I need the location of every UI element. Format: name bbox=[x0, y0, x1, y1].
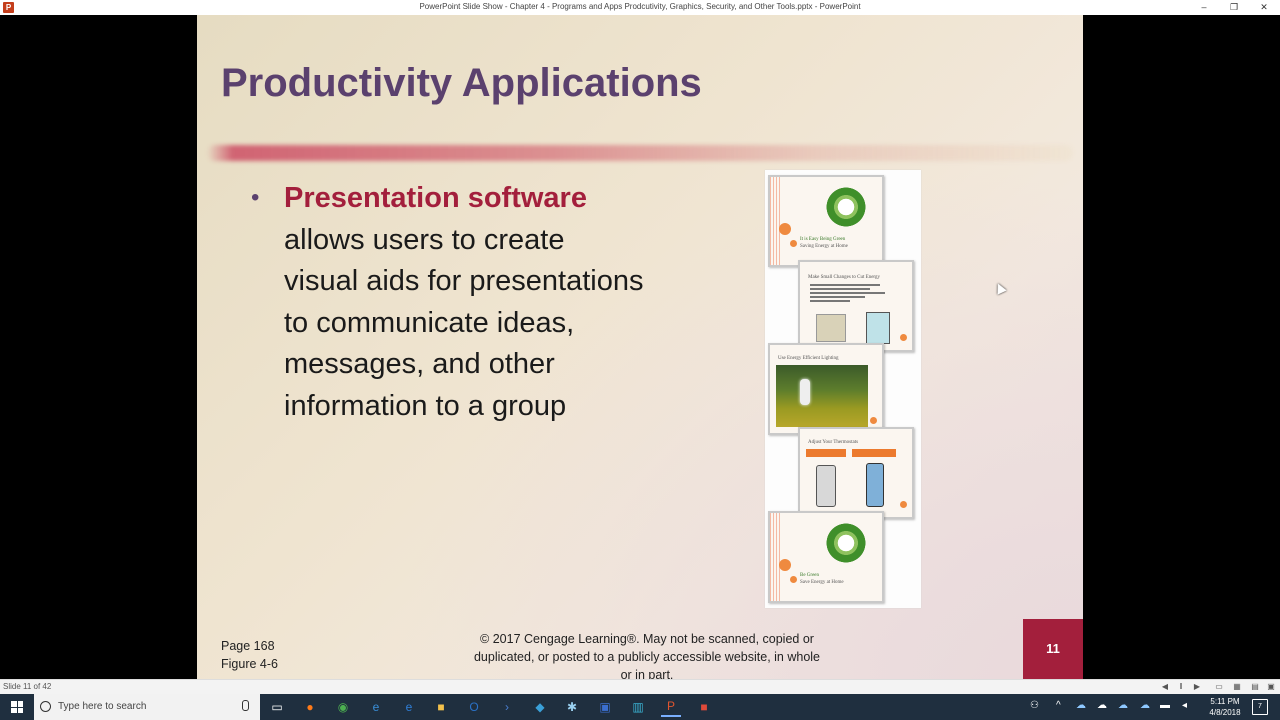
battery-icon[interactable]: ▬ bbox=[1160, 700, 1170, 711]
green-flower-image bbox=[820, 181, 872, 233]
thumbnail-slide-5: Be Green Save Energy at Home bbox=[768, 511, 884, 603]
thumbnail-slide-3: Use Energy Efficient Lighting bbox=[768, 343, 884, 435]
restore-button[interactable]: ❐ bbox=[1220, 1, 1248, 13]
mouse-cursor-icon bbox=[993, 281, 1007, 295]
search-placeholder: Type here to search bbox=[58, 701, 147, 712]
windows-logo-icon bbox=[11, 701, 23, 713]
window-title-bar: P PowerPoint Slide Show - Chapter 4 - Pr… bbox=[0, 0, 1280, 16]
next-slide-icon[interactable]: ▶ bbox=[1192, 682, 1202, 691]
decor-stripe bbox=[770, 177, 782, 265]
thumbnail-slide-1: It is Easy Being Green Saving Energy at … bbox=[768, 175, 884, 267]
footer-page: Page 168 bbox=[221, 639, 275, 653]
recorder-app-icon[interactable]: ■ bbox=[694, 697, 714, 717]
slide-title: Productivity Applications bbox=[221, 61, 702, 105]
onedrive-icon[interactable]: ☁ bbox=[1097, 700, 1107, 711]
thumb-title: Make Small Changes to Cut Energy bbox=[808, 275, 880, 280]
orange-orb bbox=[779, 559, 791, 571]
reading-view-icon[interactable]: ▤ bbox=[1250, 682, 1260, 691]
app-icon[interactable]: ◆ bbox=[530, 697, 550, 717]
clock-time: 5:11 PM bbox=[1210, 697, 1240, 706]
thumbnail-slide-4: Adjust Your Thermostats bbox=[798, 427, 914, 519]
onedrive-icon[interactable]: ☁ bbox=[1076, 700, 1086, 711]
footer-copyright: © 2017 Cengage Learning®. May not be sca… bbox=[473, 632, 821, 679]
file-explorer-icon[interactable]: ■ bbox=[431, 697, 451, 717]
powershell-icon[interactable]: › bbox=[497, 697, 517, 717]
show-hidden-icons-icon[interactable]: ^ bbox=[1056, 700, 1061, 711]
internet-explorer-icon[interactable]: e bbox=[366, 697, 386, 717]
onedrive-icon[interactable]: ☁ bbox=[1118, 700, 1128, 711]
footer-reference: Page 168 Figure 4-6 bbox=[221, 637, 278, 673]
thumb-title: Adjust Your Thermostats bbox=[808, 440, 859, 445]
bullet-marker: • bbox=[251, 184, 260, 211]
orange-orb bbox=[870, 417, 877, 424]
taskbar-search-box[interactable]: Type here to search bbox=[34, 694, 260, 720]
clock-date: 4/8/2018 bbox=[1209, 708, 1241, 717]
app-icon[interactable]: ▣ bbox=[595, 697, 615, 717]
bullet-body: allows users to create visual aids for p… bbox=[284, 223, 644, 422]
appliance-image bbox=[816, 314, 846, 342]
appliance-image bbox=[866, 312, 890, 344]
lightbulb-image bbox=[800, 379, 810, 405]
slideshow-status-bar: Slide 11 of 42 ◀ ‖ ▶ ▭ ▦ ▤ ▣ bbox=[0, 679, 1280, 694]
orange-orb bbox=[790, 240, 797, 247]
onedrive-icon[interactable]: ☁ bbox=[1140, 700, 1150, 711]
slide-sorter-icon[interactable]: ▦ bbox=[1232, 682, 1242, 691]
task-view-icon[interactable]: ▭ bbox=[267, 697, 287, 717]
orange-orb bbox=[900, 334, 907, 341]
thumb-title: Be Green bbox=[800, 573, 820, 578]
orange-orb bbox=[900, 501, 907, 508]
window-title: PowerPoint Slide Show - Chapter 4 - Prog… bbox=[419, 2, 861, 11]
lightbulb-photo bbox=[776, 365, 868, 427]
chrome-icon[interactable]: ◉ bbox=[333, 697, 353, 717]
green-flower-image bbox=[820, 517, 872, 569]
outlook-icon[interactable]: O bbox=[464, 697, 484, 717]
slide-number: 11 bbox=[1023, 619, 1083, 679]
decor-stripe bbox=[770, 513, 782, 601]
volume-icon[interactable]: ◂ bbox=[1182, 700, 1187, 711]
previous-slide-icon[interactable]: ◀ bbox=[1160, 682, 1170, 691]
normal-view-icon[interactable]: ▭ bbox=[1214, 682, 1224, 691]
thumb-subtitle: Save Energy at Home bbox=[800, 580, 844, 585]
orange-label-box bbox=[806, 449, 846, 457]
figure-presentation-thumbnails: It is Easy Being Green Saving Energy at … bbox=[765, 170, 921, 608]
network-app-icon[interactable]: ✱ bbox=[562, 697, 582, 717]
slide[interactable]: Productivity Applications • Presentation… bbox=[197, 15, 1083, 679]
thumb-subtitle: Saving Energy at Home bbox=[800, 244, 848, 249]
thumb-title: It is Easy Being Green bbox=[800, 237, 846, 242]
people-icon[interactable]: ⚇ bbox=[1030, 700, 1039, 711]
water-heater-image bbox=[866, 463, 884, 507]
powerpoint-taskbar-icon[interactable]: P bbox=[661, 697, 681, 717]
app-icon[interactable]: ▥ bbox=[628, 697, 648, 717]
firefox-icon[interactable]: ● bbox=[300, 697, 320, 717]
slide-show-area[interactable]: Productivity Applications • Presentation… bbox=[0, 15, 1280, 679]
thumb-title: Use Energy Efficient Lighting bbox=[778, 356, 839, 361]
close-button[interactable]: ✕ bbox=[1250, 1, 1278, 13]
orange-label-box bbox=[852, 449, 896, 457]
minimize-button[interactable]: – bbox=[1190, 1, 1218, 13]
orange-orb bbox=[779, 223, 791, 235]
bullet-item: Presentation software allows users to cr… bbox=[284, 178, 644, 427]
furnace-image bbox=[816, 465, 836, 507]
footer-figure: Figure 4-6 bbox=[221, 657, 278, 671]
windows-taskbar: Type here to search ▭ ● ◉ e e ■ O › ◆ ✱ … bbox=[0, 694, 1280, 720]
microphone-icon[interactable] bbox=[242, 700, 249, 711]
search-icon bbox=[40, 701, 51, 712]
thumbnail-slide-2: Make Small Changes to Cut Energy bbox=[798, 260, 914, 352]
slideshow-view-icon[interactable]: ▣ bbox=[1266, 682, 1276, 691]
start-button[interactable] bbox=[0, 694, 34, 720]
notifications-icon[interactable]: 7 bbox=[1252, 699, 1268, 715]
bullet-emphasis: Presentation software bbox=[284, 182, 587, 214]
slide-count: Slide 11 of 42 bbox=[3, 682, 52, 691]
thumb-text-lines bbox=[810, 284, 890, 304]
orange-orb bbox=[790, 576, 797, 583]
title-underline-stroke bbox=[207, 145, 1073, 161]
pause-icon[interactable]: ‖ bbox=[1176, 682, 1186, 691]
edge-icon[interactable]: e bbox=[399, 697, 419, 717]
system-clock[interactable]: 5:11 PM 4/8/2018 bbox=[1205, 696, 1245, 718]
